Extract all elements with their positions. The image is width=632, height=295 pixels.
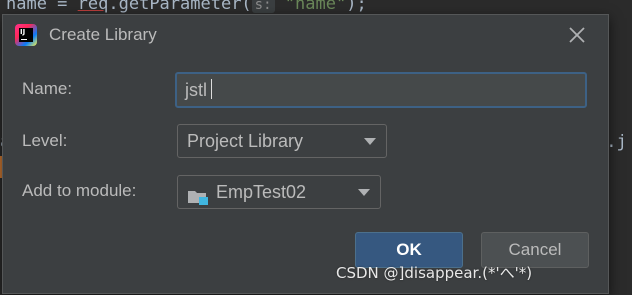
watermark-text: CSDN @]disappear.(*'へ'*) bbox=[336, 264, 533, 282]
dialog-title: Create Library bbox=[49, 25, 157, 44]
name-input-value: jstl bbox=[185, 80, 207, 100]
level-combobox[interactable]: Project Library bbox=[177, 124, 387, 158]
chevron-down-icon bbox=[358, 189, 370, 196]
intellij-idea-icon: IJ bbox=[15, 24, 37, 46]
text-caret bbox=[211, 79, 212, 99]
module-selected-value: EmpTest02 bbox=[216, 182, 307, 202]
level-label: Level: bbox=[22, 131, 68, 150]
create-library-dialog: IJ Create Library Name: jstl Level: Proj… bbox=[2, 14, 609, 294]
name-input[interactable]: jstl bbox=[175, 72, 587, 108]
level-selected-value: Project Library bbox=[187, 131, 304, 151]
module-folder-icon bbox=[187, 184, 209, 205]
module-combobox[interactable]: EmpTest02 bbox=[177, 175, 381, 209]
module-label: Add to module: bbox=[22, 181, 137, 200]
close-icon[interactable] bbox=[565, 23, 589, 47]
chevron-down-icon bbox=[364, 138, 376, 145]
name-label: Name: bbox=[22, 79, 73, 98]
code-line-top: name = req.getParameter(s: "name"); bbox=[6, 0, 367, 14]
dialog-titlebar: IJ Create Library bbox=[3, 15, 608, 57]
parameter-hint: s: bbox=[251, 0, 275, 13]
